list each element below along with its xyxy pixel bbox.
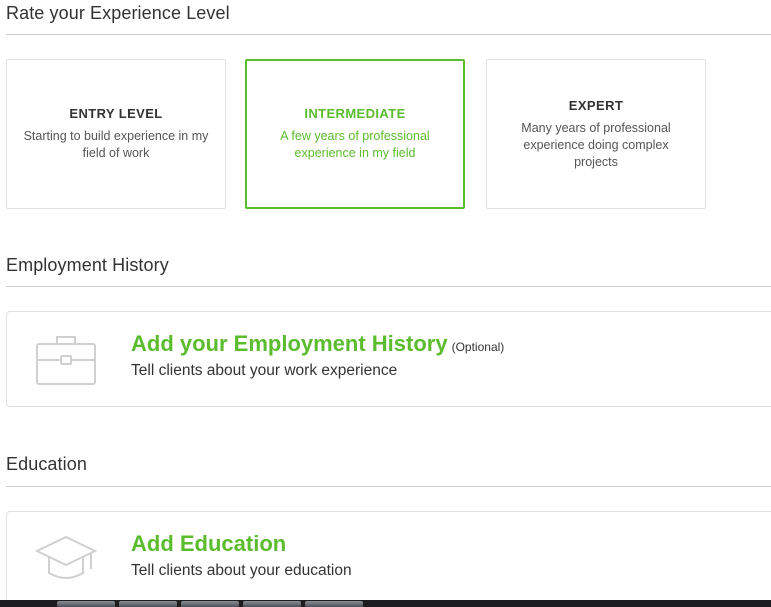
education-divider <box>6 486 771 487</box>
add-employment-title[interactable]: Add your Employment History (Optional) <box>131 331 504 357</box>
optional-tag: (Optional) <box>451 340 505 354</box>
experience-option-description: Starting to build experience in my field… <box>23 129 209 160</box>
employment-section-title: Employment History <box>6 255 169 275</box>
employment-divider <box>6 286 771 287</box>
graduation-cap-icon <box>34 535 98 579</box>
experience-option-title: INTERMEDIATE <box>304 106 406 121</box>
experience-section-title: Rate your Experience Level <box>6 3 230 23</box>
add-employment-subtitle: Tell clients about your work experience <box>131 362 398 379</box>
education-section-title: Education <box>6 454 87 474</box>
experience-option-description: A few years of professional experience i… <box>280 129 430 160</box>
taskbar-button[interactable] <box>305 601 363 607</box>
taskbar-button[interactable] <box>57 601 115 607</box>
add-education-title[interactable]: Add Education <box>131 531 286 557</box>
experience-option-description: Many years of professional experience do… <box>521 120 671 169</box>
briefcase-icon <box>36 336 96 385</box>
add-employment-title-text: Add your Employment History <box>131 331 448 356</box>
add-employment-card[interactable]: Add your Employment History (Optional) Te… <box>6 311 771 407</box>
add-education-subtitle: Tell clients about your education <box>131 562 352 579</box>
add-education-card[interactable]: Add Education Tell clients about your ed… <box>6 511 771 607</box>
os-taskbar <box>0 600 771 607</box>
experience-option-expert[interactable]: EXPERT Many years of professional experi… <box>486 59 706 209</box>
experience-option-entry-level[interactable]: ENTRY LEVEL Starting to build experience… <box>6 59 226 209</box>
experience-divider <box>6 34 771 35</box>
taskbar-button[interactable] <box>119 601 177 607</box>
taskbar-button[interactable] <box>181 601 239 607</box>
experience-option-intermediate[interactable]: INTERMEDIATE A few years of professional… <box>245 59 465 209</box>
taskbar-button[interactable] <box>243 601 301 607</box>
experience-option-title: EXPERT <box>568 97 624 113</box>
profile-page: Rate your Experience Level ENTRY LEVEL S… <box>0 0 771 607</box>
experience-option-title: ENTRY LEVEL <box>69 106 163 121</box>
